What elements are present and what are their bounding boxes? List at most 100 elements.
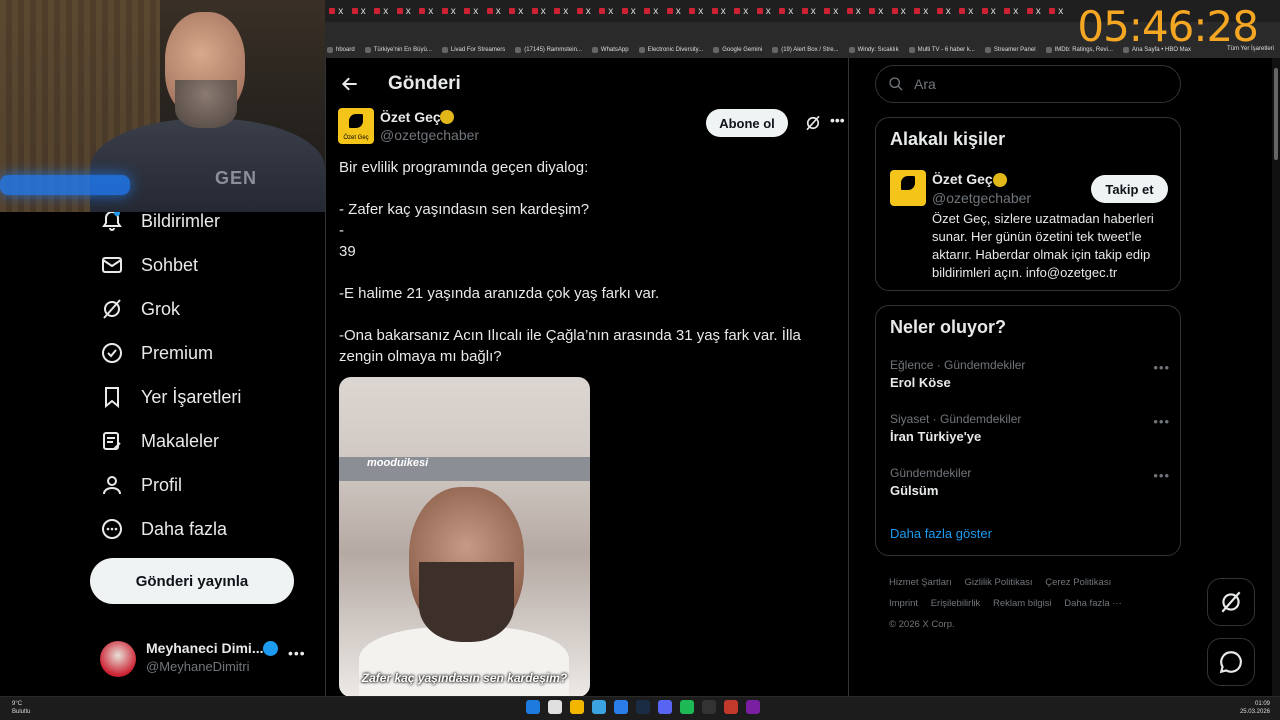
system-tray-clock[interactable]: 01:09 25.03.2026 (1240, 700, 1270, 716)
browser-tab[interactable]: x (483, 6, 506, 17)
footer-link[interactable]: Daha fazla ··· (1064, 598, 1122, 609)
browser-tab[interactable]: x (460, 6, 483, 17)
more-horizontal-icon[interactable]: ••• (1153, 468, 1170, 483)
sidebar-item-profil[interactable]: Profil (100, 470, 182, 500)
related-avatar[interactable] (890, 170, 926, 206)
search-input[interactable]: Ara (875, 65, 1181, 103)
browser-tab[interactable]: x (865, 6, 888, 17)
browser-tab[interactable]: x (618, 6, 641, 17)
browser-tab[interactable]: x (708, 6, 731, 17)
related-name[interactable]: Özet Geç (932, 171, 993, 187)
author-handle[interactable]: @ozetgechaber (380, 127, 479, 143)
app-icon[interactable] (614, 700, 628, 714)
epic-icon[interactable] (702, 700, 716, 714)
browser-tab[interactable]: x (753, 6, 776, 17)
sidebar-item-sohbet[interactable]: Sohbet (100, 250, 198, 280)
browser-tab[interactable]: x (325, 6, 348, 17)
weather-widget[interactable]: 9°C Bulutlu (12, 700, 30, 716)
browser-tab[interactable]: x (1000, 6, 1023, 17)
sidebar-item-daha-fazla[interactable]: Daha fazla (100, 514, 227, 544)
subscribe-button[interactable]: Abone ol (706, 109, 788, 137)
post-button[interactable]: Gönderi yayınla (90, 558, 294, 604)
footer-link[interactable]: Imprint (889, 598, 918, 609)
show-more-link[interactable]: Daha fazla göster (890, 526, 992, 541)
browser-tab[interactable]: x (955, 6, 978, 17)
author-avatar[interactable]: Özet Geç (338, 108, 374, 144)
browser-tab[interactable]: x (1023, 6, 1046, 17)
bookmark-item[interactable]: Streamer Panel (984, 47, 1036, 53)
browser-tab[interactable]: x (978, 6, 1001, 17)
browser-tab[interactable]: x (573, 6, 596, 17)
trend-item[interactable]: Eğlence · Gündemdekiler Erol Köse ••• (890, 358, 1170, 390)
browser-tab[interactable]: x (348, 6, 371, 17)
scrollbar-thumb[interactable] (1274, 68, 1278, 160)
more-horizontal-icon[interactable]: ••• (1153, 414, 1170, 429)
sidebar-item-makaleler[interactable]: Makaleler (100, 426, 219, 456)
browser-tab[interactable]: x (798, 6, 821, 17)
browser-tab[interactable]: x (640, 6, 663, 17)
post-text-line: Bir evlilik programında geçen diyalog: (339, 159, 589, 176)
browser-tab[interactable]: x (528, 6, 551, 17)
page-scrollbar[interactable] (1272, 58, 1280, 696)
browser-tab[interactable]: x (843, 6, 866, 17)
file-explorer-icon[interactable] (570, 700, 584, 714)
browser-tab[interactable]: x (595, 6, 618, 17)
bookmark-item[interactable]: (17145) Rammstein... (515, 47, 582, 53)
browser-tab[interactable]: x (685, 6, 708, 17)
sidebar-item-premium[interactable]: Premium (100, 338, 213, 368)
spotify-icon[interactable] (680, 700, 694, 714)
post-media-video[interactable]: mooduikesi Zafer kaç yaşındasın sen kard… (339, 377, 590, 697)
grok-fab[interactable] (1207, 578, 1255, 626)
discord-icon[interactable] (658, 700, 672, 714)
browser-tab[interactable]: x (910, 6, 933, 17)
browser-tab[interactable]: x (438, 6, 461, 17)
browser-tab[interactable]: x (663, 6, 686, 17)
footer-link[interactable]: Gizlilik Politikası (964, 577, 1032, 588)
more-horizontal-icon[interactable]: ••• (830, 112, 845, 128)
browser-tab[interactable]: x (775, 6, 798, 17)
browser-tab[interactable]: x (933, 6, 956, 17)
messages-fab[interactable] (1207, 638, 1255, 686)
related-handle[interactable]: @ozetgechaber (932, 190, 1031, 206)
steam-icon[interactable] (636, 700, 650, 714)
footer-link[interactable]: Çerez Politikası (1045, 577, 1111, 588)
more-horizontal-icon[interactable]: ••• (288, 645, 306, 661)
trend-category: Eğlence · Gündemdekiler (890, 358, 1026, 372)
browser-tab[interactable]: x (370, 6, 393, 17)
sidebar-item-grok[interactable]: Grok (100, 294, 180, 324)
back-arrow-icon[interactable] (340, 74, 360, 94)
app-icon[interactable] (724, 700, 738, 714)
browser-tab[interactable]: x (1045, 6, 1068, 17)
edge-icon[interactable] (592, 700, 606, 714)
account-switcher[interactable]: Meyhaneci Dimi... @MeyhaneDimitri ••• (100, 637, 320, 677)
browser-tab[interactable]: x (415, 6, 438, 17)
bookmark-item[interactable]: hboard (327, 47, 355, 53)
bookmark-item[interactable]: Electronic Diversity... (638, 47, 703, 53)
browser-tab[interactable]: x (393, 6, 416, 17)
search-taskbar-icon[interactable] (548, 700, 562, 714)
trend-item[interactable]: Gündemdekiler Gülsüm ••• (890, 466, 1170, 498)
footer-link[interactable]: Erişilebilirlik (931, 598, 981, 609)
more-horizontal-icon[interactable]: ••• (1153, 360, 1170, 375)
browser-tab[interactable]: x (505, 6, 528, 17)
browser-tab[interactable]: x (730, 6, 753, 17)
bookmark-item[interactable]: Livad For Streamers (441, 47, 505, 53)
app-icon[interactable] (746, 700, 760, 714)
bookmark-item[interactable]: Windy: Sıcaklık (848, 47, 899, 53)
browser-tab[interactable]: x (888, 6, 911, 17)
bookmark-item[interactable]: (19) Alert Box / Stre... (772, 47, 839, 53)
windows-start-icon[interactable] (526, 700, 540, 714)
trend-item[interactable]: Siyaset · Gündemdekiler İran Türkiye'ye … (890, 412, 1170, 444)
bookmark-item[interactable]: Google Gemini (713, 47, 762, 53)
grok-icon[interactable] (804, 114, 822, 132)
footer-link[interactable]: Reklam bilgisi (993, 598, 1052, 609)
browser-tab[interactable]: x (550, 6, 573, 17)
browser-tab[interactable]: x (820, 6, 843, 17)
sidebar-item-yer-isaretleri[interactable]: Yer İşaretleri (100, 382, 241, 412)
bookmark-item[interactable]: WhatsApp (591, 47, 629, 53)
footer-link[interactable]: Hizmet Şartları (889, 577, 952, 588)
follow-button[interactable]: Takip et (1091, 175, 1168, 203)
bookmark-item[interactable]: Türkiye'nin En Büyü... (364, 47, 432, 53)
bookmark-item[interactable]: Multi TV - 6 haber k... (908, 47, 975, 53)
author-name[interactable]: Özet Geç (380, 109, 441, 125)
